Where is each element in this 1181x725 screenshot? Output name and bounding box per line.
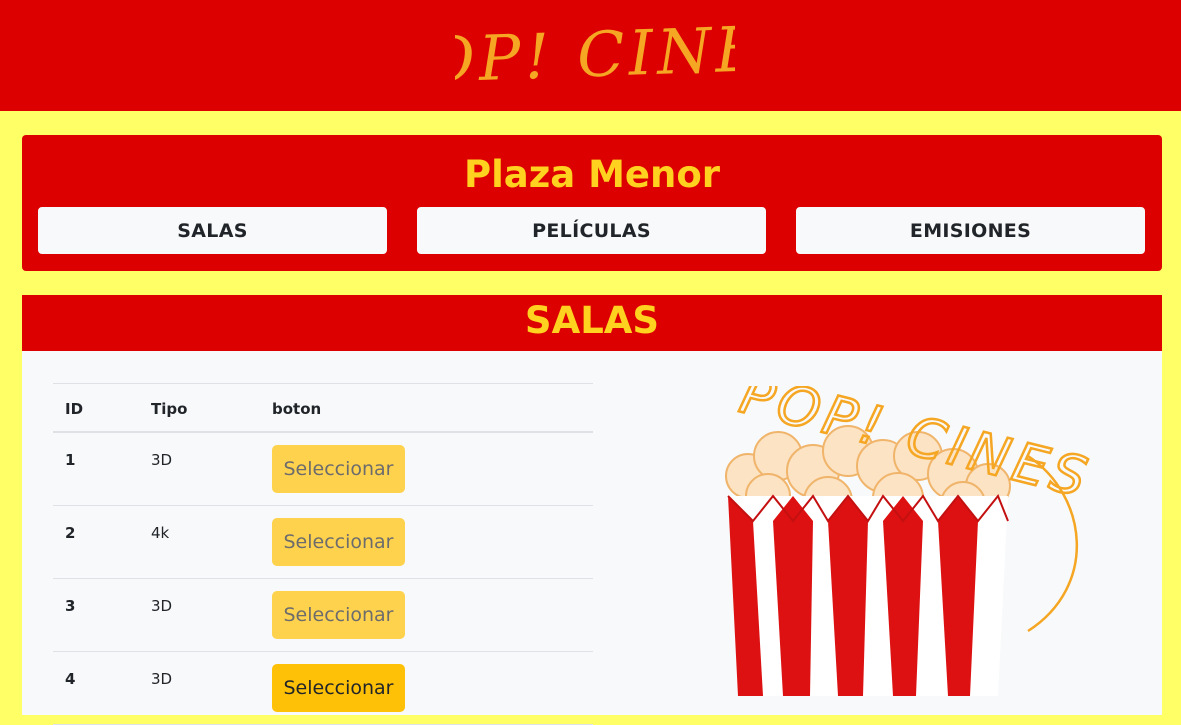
column-header-tipo: Tipo [151, 400, 188, 418]
row-id: 2 [65, 524, 76, 542]
section-header: SALAS [22, 295, 1162, 351]
section-title: SALAS [524, 299, 660, 342]
column-header-id: ID [65, 400, 84, 418]
salas-section: SALAS ID Tipo boton 1 3D Seleccionar 2 4… [22, 295, 1162, 725]
row-tipo: 3D [151, 597, 173, 615]
row-tipo: 4k [151, 524, 170, 542]
row-tipo: 3D [151, 451, 173, 469]
nav-salas-button[interactable]: SALAS [38, 207, 387, 254]
select-sala-button[interactable]: Seleccionar [272, 591, 405, 639]
select-sala-button[interactable]: Seleccionar [272, 518, 405, 566]
nav-peliculas-button[interactable]: PELÍCULAS [417, 207, 766, 254]
popcorn-bucket-icon: POP! CINES [725, 386, 1099, 696]
table-row: 2 4k Seleccionar [53, 506, 593, 579]
top-bar: POP! CINES [0, 0, 1181, 111]
table-header: ID Tipo boton [53, 383, 593, 433]
cinema-card: Plaza Menor SALAS PELÍCULAS EMISIONES [22, 135, 1162, 271]
table-row: 1 3D Seleccionar [53, 433, 593, 506]
column-header-boton: boton [272, 400, 322, 418]
salas-table: ID Tipo boton 1 3D Seleccionar 2 4k Sele… [53, 383, 593, 725]
select-sala-button[interactable]: Seleccionar [272, 445, 405, 493]
table-row: 3 3D Seleccionar [53, 579, 593, 652]
table-row: 4 3D Seleccionar [53, 652, 593, 725]
pop-cines-logo[interactable]: POP! CINES [455, 6, 735, 106]
row-id: 3 [65, 597, 76, 615]
cinema-name: Plaza Menor [463, 153, 721, 196]
select-sala-button[interactable]: Seleccionar [272, 664, 405, 712]
nav-emisiones-button[interactable]: EMISIONES [796, 207, 1145, 254]
row-tipo: 3D [151, 670, 173, 688]
logo-text: POP! CINES [455, 10, 735, 98]
row-id: 4 [65, 670, 76, 688]
row-id: 1 [65, 451, 76, 469]
